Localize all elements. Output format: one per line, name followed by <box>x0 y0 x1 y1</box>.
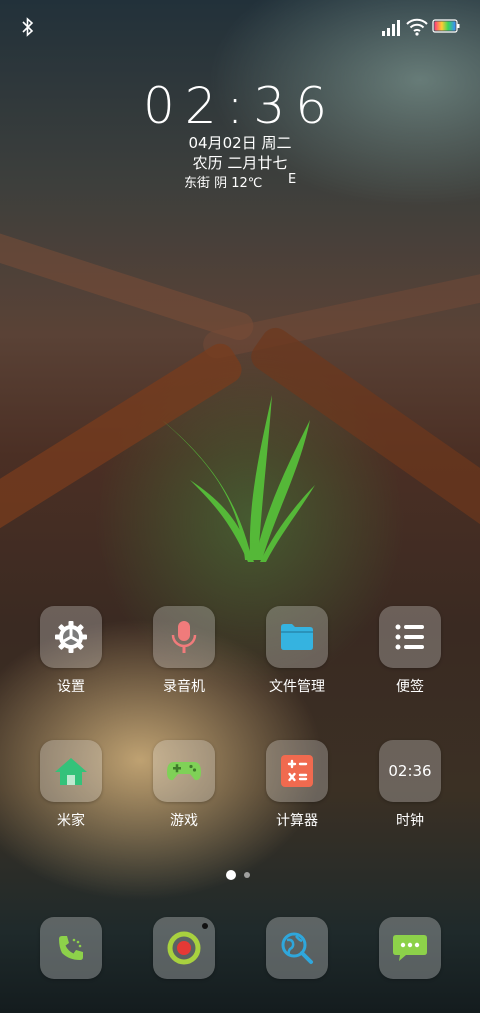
home-icon <box>40 740 102 802</box>
app-label: 米家 <box>57 813 85 829</box>
app-recorder[interactable]: 录音机 <box>149 606 219 696</box>
status-bar <box>0 12 480 40</box>
battery-icon <box>432 19 460 33</box>
app-clock[interactable]: 02:36 时钟 <box>375 740 445 830</box>
phone-icon <box>40 917 102 979</box>
clock-time[interactable]: 02:36 <box>0 78 480 134</box>
wallpaper-grass <box>162 395 315 562</box>
wifi-icon <box>406 18 428 36</box>
microphone-icon <box>153 606 215 668</box>
weather-text[interactable]: 东街 阴 12℃ <box>184 172 262 191</box>
notes-list-icon <box>379 606 441 668</box>
app-mijia[interactable]: 米家 <box>36 740 106 830</box>
clock-tile-time: 02:36 <box>388 762 432 780</box>
dock-messages[interactable] <box>375 917 445 979</box>
weather-extra-text: E <box>288 172 297 187</box>
page-dot[interactable] <box>244 872 250 878</box>
signal-icon <box>382 20 400 36</box>
clock-icon: 02:36 <box>379 740 441 802</box>
app-label: 文件管理 <box>269 679 325 695</box>
app-settings[interactable]: 设置 <box>36 606 106 696</box>
browser-icon <box>266 917 328 979</box>
date-text: 04月02日 周二 <box>188 134 292 152</box>
bluetooth-icon <box>22 17 34 37</box>
calculator-icon <box>266 740 328 802</box>
wallpaper-rail <box>0 224 257 344</box>
app-file-manager[interactable]: 文件管理 <box>262 606 332 696</box>
messages-icon <box>379 917 441 979</box>
app-label: 录音机 <box>163 679 205 695</box>
app-games[interactable]: 游戏 <box>149 740 219 830</box>
app-label: 计算器 <box>276 813 318 829</box>
camera-badge <box>202 923 208 929</box>
app-calculator[interactable]: 计算器 <box>262 740 332 830</box>
dock-phone[interactable] <box>36 917 106 979</box>
dock-camera[interactable] <box>149 917 219 979</box>
app-label: 游戏 <box>170 813 198 829</box>
app-label: 时钟 <box>396 813 424 829</box>
folder-icon <box>266 606 328 668</box>
gamepad-icon <box>153 740 215 802</box>
app-notes[interactable]: 便签 <box>375 606 445 696</box>
page-indicator[interactable] <box>226 870 256 880</box>
lunar-date-text: 农历 二月廿七 <box>192 154 288 172</box>
camera-icon <box>153 917 215 979</box>
page-dot-active[interactable] <box>226 870 236 880</box>
app-label: 便签 <box>396 679 424 695</box>
app-label: 设置 <box>57 679 85 695</box>
settings-gear-icon <box>40 606 102 668</box>
dock-browser[interactable] <box>262 917 332 979</box>
